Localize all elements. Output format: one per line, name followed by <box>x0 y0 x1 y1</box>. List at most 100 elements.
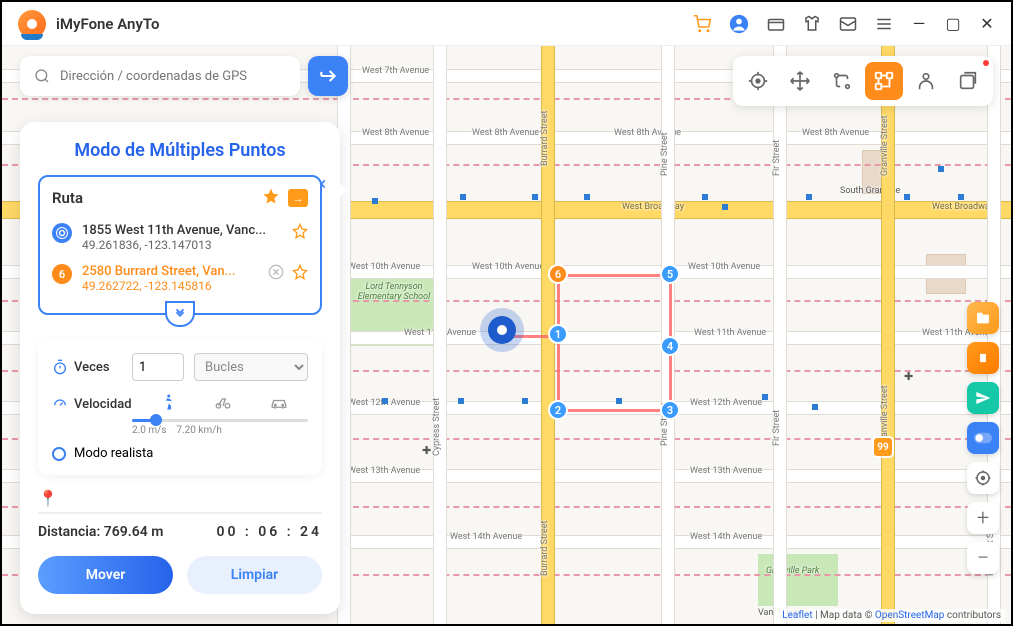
shirt-icon[interactable] <box>803 15 821 33</box>
mail-icon[interactable] <box>839 15 857 33</box>
route-item-title: 1855 West 11th Avenue, Vanc... <box>82 223 282 238</box>
car-icon[interactable] <box>268 393 290 415</box>
favorite-item-icon[interactable] <box>292 223 308 243</box>
route-marker-1[interactable]: 1 <box>548 324 568 344</box>
zoom-in-icon[interactable]: + <box>967 502 999 534</box>
map-credit: Leaflet | Map data © OpenStreetMap contr… <box>778 609 1005 622</box>
road-label: West 10th Avenue <box>688 262 760 272</box>
road-label: West 10th Avenue <box>472 262 544 272</box>
search-go-button[interactable] <box>308 56 348 96</box>
speed-label: Velocidad <box>52 396 132 412</box>
panel-title: Modo de Múltiples Puntos <box>20 140 340 161</box>
poi-label: Lord Tennyson Elementary School <box>354 282 434 302</box>
user-icon[interactable] <box>729 14 749 34</box>
multipoint-panel: Modo de Múltiples Puntos Ruta 1855 West … <box>20 122 340 614</box>
move-button[interactable]: Mover <box>38 556 173 594</box>
route-item-coords: 49.262722, -123.145816 <box>82 279 258 293</box>
road-label: West 8th Avenue <box>472 128 539 138</box>
route-item-coords: 49.261836, -123.147013 <box>82 238 282 252</box>
multipoint-tool[interactable] <box>865 62 903 100</box>
expand-toggle-icon[interactable] <box>165 301 195 327</box>
route-item-title: 2580 Burrard Street, Van... <box>82 264 258 279</box>
road-label: Granville Street <box>880 115 890 176</box>
zoom-out-icon[interactable]: − <box>967 542 999 574</box>
road-label: Cypress Street <box>432 398 442 456</box>
route-marker-5[interactable]: 5 <box>660 264 680 284</box>
realistic-radio[interactable] <box>52 447 66 461</box>
remove-item-icon[interactable] <box>268 264 284 284</box>
close-button[interactable]: ✕ <box>979 14 995 33</box>
locate-tool[interactable] <box>739 62 777 100</box>
clear-button[interactable]: Limpiar <box>187 556 322 594</box>
route-marker-3[interactable]: 3 <box>660 400 680 420</box>
app-logo <box>18 10 46 38</box>
arrow-return-icon <box>318 66 338 86</box>
road-label: West 14th Avenue <box>450 532 522 542</box>
road-label: West 13th Avenue <box>348 466 420 476</box>
speedometer-icon <box>52 396 68 412</box>
sidebar-send-icon[interactable] <box>967 382 999 414</box>
speed-slider-thumb[interactable] <box>150 414 162 426</box>
route-item[interactable]: 6 2580 Burrard Street, Van... 49.262722,… <box>52 258 308 299</box>
speed-kmh: 7.20 km/h <box>176 425 221 436</box>
route-marker-2[interactable]: 2 <box>548 400 568 420</box>
sidebar-phone-icon[interactable] <box>967 342 999 374</box>
road-label: Burrard Street <box>540 111 550 166</box>
route-head-label: Ruta <box>52 189 262 207</box>
route-item-marker-icon: 6 <box>52 264 72 284</box>
search-icon <box>34 68 50 84</box>
road-label: West 8th Avenue <box>362 128 429 138</box>
road-label: West 10th Avenue <box>348 262 420 272</box>
sidebar-toggle-icon[interactable] <box>967 422 999 454</box>
cart-icon[interactable] <box>693 15 711 33</box>
road-label: West 11th Avenue <box>694 328 766 338</box>
current-location-marker <box>488 316 516 344</box>
distance-label: Distancia: 769.64 m <box>38 524 163 540</box>
road-label: Fir Street <box>772 140 782 176</box>
person-tool[interactable] <box>907 62 945 100</box>
app-title: iMyFone AnyTo <box>56 15 159 33</box>
speed-slider[interactable] <box>132 419 308 422</box>
route-marker-4[interactable]: 4 <box>660 336 680 356</box>
road-label: Burrard Street <box>540 521 550 576</box>
sidebar-folder-icon[interactable] <box>967 302 999 334</box>
walk-icon[interactable] <box>159 393 177 415</box>
route-marker-6[interactable]: 6 <box>548 264 568 284</box>
road-label: West Broadway <box>622 202 684 212</box>
favorite-item-icon[interactable] <box>292 264 308 284</box>
road-label: West 12th Avenue <box>690 398 762 408</box>
road-label: West Broadway <box>932 202 994 212</box>
speed-ms: 2.0 m/s <box>132 425 166 436</box>
search-input[interactable] <box>60 69 286 84</box>
road-label: West 13th Avenue <box>690 466 762 476</box>
cards-tool[interactable] <box>949 62 987 100</box>
highway-shield: 99 <box>872 436 894 458</box>
favorite-icon[interactable] <box>262 187 280 209</box>
osm-link[interactable]: OpenStreetMap <box>875 610 945 621</box>
search-box[interactable] <box>20 56 300 96</box>
road-label: Pine Street <box>660 132 670 176</box>
stopwatch-icon <box>52 359 68 375</box>
export-folder-icon[interactable] <box>288 189 308 207</box>
route-item[interactable]: 1855 West 11th Avenue, Vanc... 49.261836… <box>52 217 308 258</box>
recenter-icon[interactable] <box>967 462 999 494</box>
road-label: Fir Street <box>772 410 782 446</box>
leaflet-link[interactable]: Leaflet <box>782 610 812 621</box>
progress-pin-icon: 📍 <box>38 489 58 508</box>
minimize-button[interactable]: — <box>911 14 927 33</box>
times-input[interactable] <box>132 353 184 381</box>
move-tool[interactable] <box>781 62 819 100</box>
road-label: West 14th Avenue <box>690 532 762 542</box>
duration-label: 00 : 06 : 24 <box>216 524 322 540</box>
progress-track <box>38 512 322 514</box>
road-label: West 8th Avenue <box>802 128 869 138</box>
menu-icon[interactable] <box>875 15 893 33</box>
bike-icon[interactable] <box>213 393 233 415</box>
wallet-icon[interactable] <box>767 15 785 33</box>
route-item-marker-icon <box>52 223 72 243</box>
route-tool[interactable] <box>823 62 861 100</box>
times-label: Veces <box>52 359 122 375</box>
mode-toolbar <box>733 56 993 106</box>
loops-select[interactable]: Bucles <box>194 353 308 381</box>
maximize-button[interactable]: ▢ <box>945 14 961 33</box>
